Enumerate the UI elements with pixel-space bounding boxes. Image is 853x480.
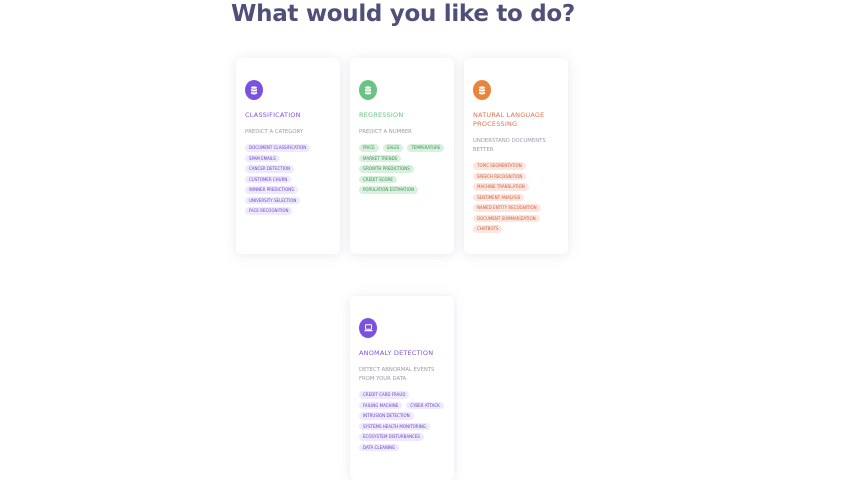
tag-list: DOCUMENT CLASSIFICATION SPAM EMAILS CANC… <box>245 144 331 215</box>
tag[interactable]: POPULATION ESTIMATION <box>359 186 419 194</box>
tag[interactable]: CREDIT CARD FRAUD <box>359 391 410 399</box>
tag-list: PRICE SALES TEMPERATURE MARKET TRENDS GR… <box>359 144 445 194</box>
tag[interactable]: UNIVERSITY SELECTION <box>245 196 301 204</box>
anomaly-detection-card[interactable]: ANOMALY DETECTION DETECT ABNORMAL EVENTS… <box>350 296 454 480</box>
tag[interactable]: CANCER DETECTION <box>245 165 295 173</box>
tag[interactable]: TOPIC SEGMENTATION <box>473 162 526 170</box>
tag[interactable]: GROWTH PREDICTIONS <box>359 165 414 173</box>
tag-list: TOPIC SEGMENTATION SPEECH RECOGNITION MA… <box>473 162 559 233</box>
tag[interactable]: MACHINE TRANSLATION <box>473 183 529 191</box>
regression-card[interactable]: REGRESSION PREDICT A NUMBER PRICE SALES … <box>350 58 454 254</box>
card-subtitle: UNDERSTAND DOCUMENTS BETTER <box>473 138 546 153</box>
tag[interactable]: PRICE <box>359 144 379 152</box>
database-icon <box>473 80 491 100</box>
laptop-icon <box>359 318 377 338</box>
tag[interactable]: DOCUMENT SUMMARIZATION <box>473 214 540 222</box>
tag[interactable]: CUSTOMER CHURN <box>245 175 292 183</box>
tag[interactable]: ECOSYSTEM DISTURBANCES <box>359 433 424 441</box>
tag-list: CREDIT CARD FRAUD FAILING MACHINE CYBER … <box>359 391 445 451</box>
tag[interactable]: TEMPERATURE <box>407 144 445 152</box>
database-icon <box>245 80 263 100</box>
tag[interactable]: SENTIMENT ANALYSIS <box>473 193 525 201</box>
tag[interactable]: INTRUSION DETECTION <box>359 412 414 420</box>
tag[interactable]: DOCUMENT CLASSIFICATION <box>245 144 311 152</box>
tag[interactable]: SPAM EMAILS <box>245 154 280 162</box>
tag[interactable]: WINNER PREDICTIONS <box>245 186 298 194</box>
tag[interactable]: SYSTEMS HEALTH MONITORING <box>359 422 430 430</box>
card-title: NATURAL LANGUAGE PROCESSING <box>473 111 545 128</box>
card-subtitle: PREDICT A NUMBER <box>359 129 412 135</box>
tag[interactable]: CHATBOTS <box>473 225 503 233</box>
tag[interactable]: MARKET TRENDS <box>359 154 402 162</box>
card-title: ANOMALY DETECTION <box>359 349 434 357</box>
page-title: What would you like to do? <box>231 1 575 27</box>
nlp-card[interactable]: NATURAL LANGUAGE PROCESSING UNDERSTAND D… <box>464 58 568 254</box>
tag[interactable]: SALES <box>382 144 404 152</box>
card-subtitle: DETECT ABNORMAL EVENTS FROM YOUR DATA <box>359 367 435 382</box>
tag[interactable]: NAMED ENTITY RECOGNITION <box>473 204 541 212</box>
tag[interactable]: FACE RECOGNITION <box>245 207 293 215</box>
tag[interactable]: FAILING MACHINE <box>359 401 403 409</box>
tag[interactable]: CREDIT SCORE <box>359 175 397 183</box>
card-subtitle: PREDICT A CATEGORY <box>245 129 304 135</box>
card-title: REGRESSION <box>359 111 404 119</box>
classification-card[interactable]: CLASSIFICATION PREDICT A CATEGORY DOCUME… <box>236 58 340 254</box>
database-icon <box>359 80 377 100</box>
tag[interactable]: DATA CLEANING <box>359 443 400 451</box>
tag[interactable]: CYBER ATTACK <box>406 401 444 409</box>
tag[interactable]: SPEECH RECOGNITION <box>473 172 527 180</box>
card-title: CLASSIFICATION <box>245 111 301 119</box>
